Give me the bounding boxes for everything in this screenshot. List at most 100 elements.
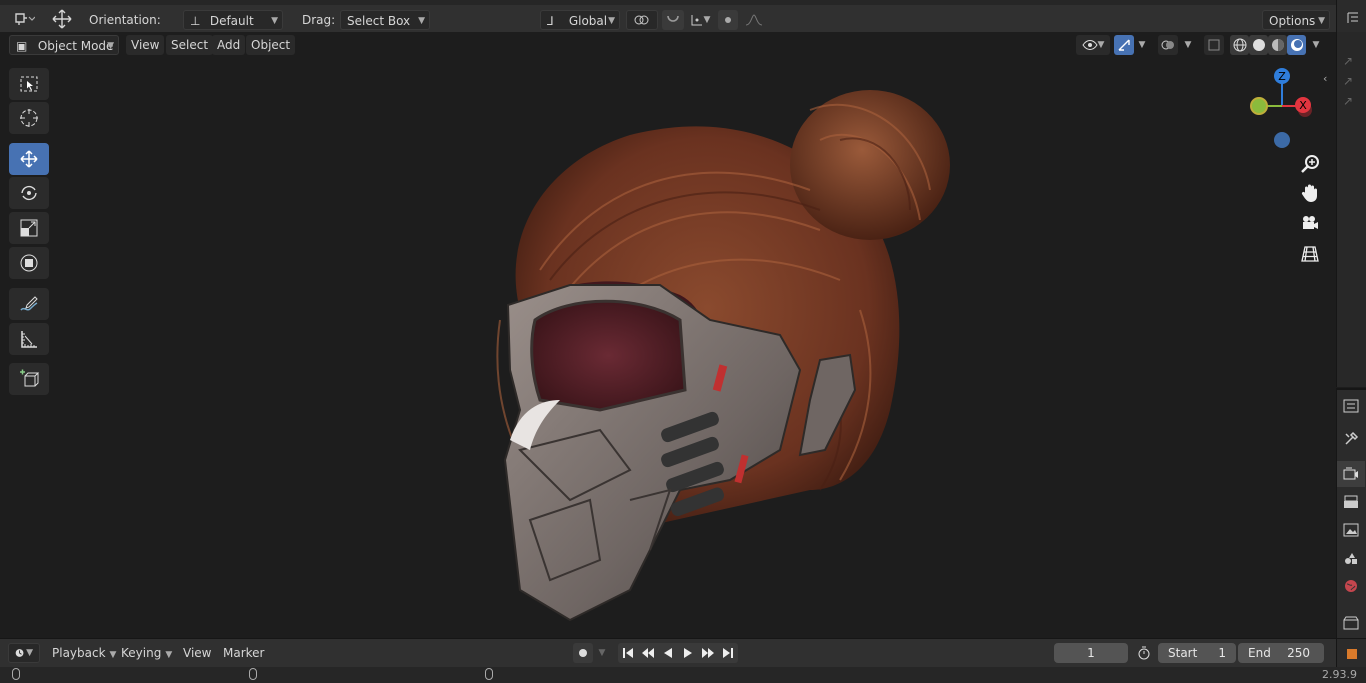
mode-value: Object Mode	[37, 39, 114, 53]
transform-space-value: Global	[568, 14, 608, 28]
shading-rendered-icon[interactable]	[1287, 35, 1306, 55]
tool-annotate[interactable]	[9, 288, 49, 320]
auto-key-dropdown-icon[interactable]: ▼	[594, 643, 610, 663]
orientation-dropdown[interactable]: ⊥ Default ▼	[183, 10, 283, 30]
preview-range-stopwatch-icon[interactable]	[1134, 643, 1154, 663]
jump-keyframe-forward-icon[interactable]	[698, 643, 718, 663]
mouse-right-icon	[485, 668, 493, 680]
gizmo-toggle-icon[interactable]	[1114, 35, 1134, 55]
jump-start-icon[interactable]	[618, 643, 638, 663]
pivot-point-dropdown[interactable]	[626, 10, 658, 30]
tool-cursor[interactable]	[9, 102, 49, 134]
tool-scale[interactable]	[9, 212, 49, 244]
start-value: 1	[1218, 646, 1226, 660]
shading-solid-icon[interactable]	[1249, 35, 1268, 55]
render-icon[interactable]	[1337, 461, 1365, 487]
gizmo-dropdown-icon[interactable]: ▼	[1134, 35, 1150, 55]
jump-keyframe-back-icon[interactable]	[638, 643, 658, 663]
visibility-eye-icon[interactable]: ▼	[1076, 35, 1110, 55]
shading-dropdown-icon[interactable]: ▼	[1308, 35, 1324, 55]
axis-z-label: Z	[1278, 70, 1286, 83]
timeline-menu-view[interactable]: View	[178, 643, 216, 663]
select-box-icon	[20, 76, 38, 92]
start-label: Start	[1168, 646, 1198, 660]
editor-type-icon[interactable]	[8, 9, 40, 29]
falloff-curve-icon[interactable]	[740, 10, 768, 30]
navigation-gizmo[interactable]: X Z	[1244, 64, 1318, 150]
pan-hand-icon[interactable]	[1298, 181, 1322, 205]
tool-measure[interactable]	[9, 323, 49, 355]
shading-material-icon[interactable]	[1268, 35, 1287, 55]
current-frame-field[interactable]: 1	[1054, 643, 1128, 663]
chevron-down-icon: ▼	[271, 16, 278, 26]
snap-target-dropdown[interactable]: ▼	[686, 10, 714, 30]
top-tabs-strip	[0, 0, 1336, 5]
outliner-editor-icon[interactable]	[1345, 10, 1361, 26]
grid-icon[interactable]	[1298, 242, 1322, 266]
world-icon[interactable]	[1337, 573, 1365, 599]
tool-add-cube[interactable]	[9, 363, 49, 395]
orientation-label: Orientation:	[89, 13, 161, 27]
drag-label: Drag:	[302, 13, 336, 27]
tool-select-box[interactable]	[9, 68, 49, 100]
rotate-icon	[21, 185, 37, 201]
chevron-down-icon: ▼	[1318, 16, 1325, 26]
drag-dropdown[interactable]: Select Box ▼	[340, 10, 430, 30]
properties-editor-icon[interactable]	[1337, 393, 1365, 419]
shading-wireframe-icon[interactable]	[1230, 35, 1249, 55]
snap-toggle-icon[interactable]	[662, 10, 684, 30]
record-keyframe-icon[interactable]	[573, 643, 593, 663]
end-frame-field[interactable]: End 250	[1238, 643, 1324, 663]
timeline-editor-corner	[1336, 638, 1366, 669]
options-dropdown[interactable]: Options ▼	[1262, 10, 1330, 30]
menu-object[interactable]: Object	[246, 35, 296, 55]
zoom-icon[interactable]	[1298, 152, 1322, 176]
overlays-dropdown-icon[interactable]: ▼	[1180, 35, 1196, 55]
menu-add[interactable]: Add	[212, 35, 246, 55]
tool-rotate[interactable]	[9, 177, 49, 209]
timeline-editor-type[interactable]: ▼	[8, 643, 40, 663]
camera-icon[interactable]	[1298, 211, 1322, 235]
timeline-menu-marker[interactable]: Marker	[218, 643, 269, 663]
cursor-icon	[20, 109, 38, 127]
move-tool-header-icon[interactable]	[48, 7, 76, 31]
outliner-item-icon[interactable]: ↗	[1343, 54, 1353, 68]
sidebar-toggle-icon[interactable]: ‹	[1323, 72, 1333, 86]
overlays-icon[interactable]	[1158, 35, 1178, 55]
play-icon[interactable]	[678, 643, 698, 663]
timeline-menu-keying[interactable]: Keying ▼	[116, 643, 174, 663]
output-icon[interactable]	[1337, 489, 1365, 515]
drag-value: Select Box	[347, 14, 411, 28]
version-label: 2.93.9	[1322, 668, 1357, 681]
properties-panel	[1336, 388, 1366, 640]
proportional-edit-icon[interactable]	[718, 10, 738, 30]
timeline-corner-icon[interactable]	[1345, 647, 1359, 661]
tool-move[interactable]	[9, 143, 49, 175]
axis-neg-z-icon[interactable]	[1274, 132, 1290, 148]
play-reverse-icon[interactable]	[658, 643, 678, 663]
model-hair-and-mask	[496, 90, 950, 622]
timeline-menu-playback[interactable]: Playback ▼	[47, 643, 116, 663]
object-icon[interactable]	[1337, 610, 1365, 636]
chevron-down-icon: ▼	[608, 16, 615, 26]
tool-header: Orientation: ⊥ Default ▼ Drag: Select Bo…	[0, 0, 1336, 32]
menu-view[interactable]: View	[126, 35, 165, 55]
outliner-header	[1336, 0, 1366, 32]
xray-toggle-icon[interactable]	[1204, 35, 1224, 55]
view-layer-icon[interactable]	[1337, 517, 1365, 543]
chevron-down-icon: ▼	[418, 16, 425, 26]
outliner-item-icon[interactable]: ↗	[1343, 74, 1353, 88]
axis-x-label: X	[1299, 99, 1307, 112]
axis-y-icon[interactable]	[1250, 97, 1268, 115]
mode-dropdown[interactable]: ▣ Object Mode ▼	[9, 35, 119, 55]
tool-transform[interactable]	[9, 247, 49, 279]
end-label: End	[1248, 646, 1271, 660]
transform-orientation-dropdown[interactable]: ⅃ Global ▼	[540, 10, 620, 30]
menu-select[interactable]: Select	[166, 35, 214, 55]
jump-end-icon[interactable]	[718, 643, 738, 663]
outliner-item-icon[interactable]: ↗	[1343, 94, 1353, 108]
start-frame-field[interactable]: Start 1	[1158, 643, 1236, 663]
tool-icon[interactable]	[1337, 426, 1365, 452]
transform-icon	[20, 254, 38, 272]
scene-icon[interactable]	[1337, 545, 1365, 571]
